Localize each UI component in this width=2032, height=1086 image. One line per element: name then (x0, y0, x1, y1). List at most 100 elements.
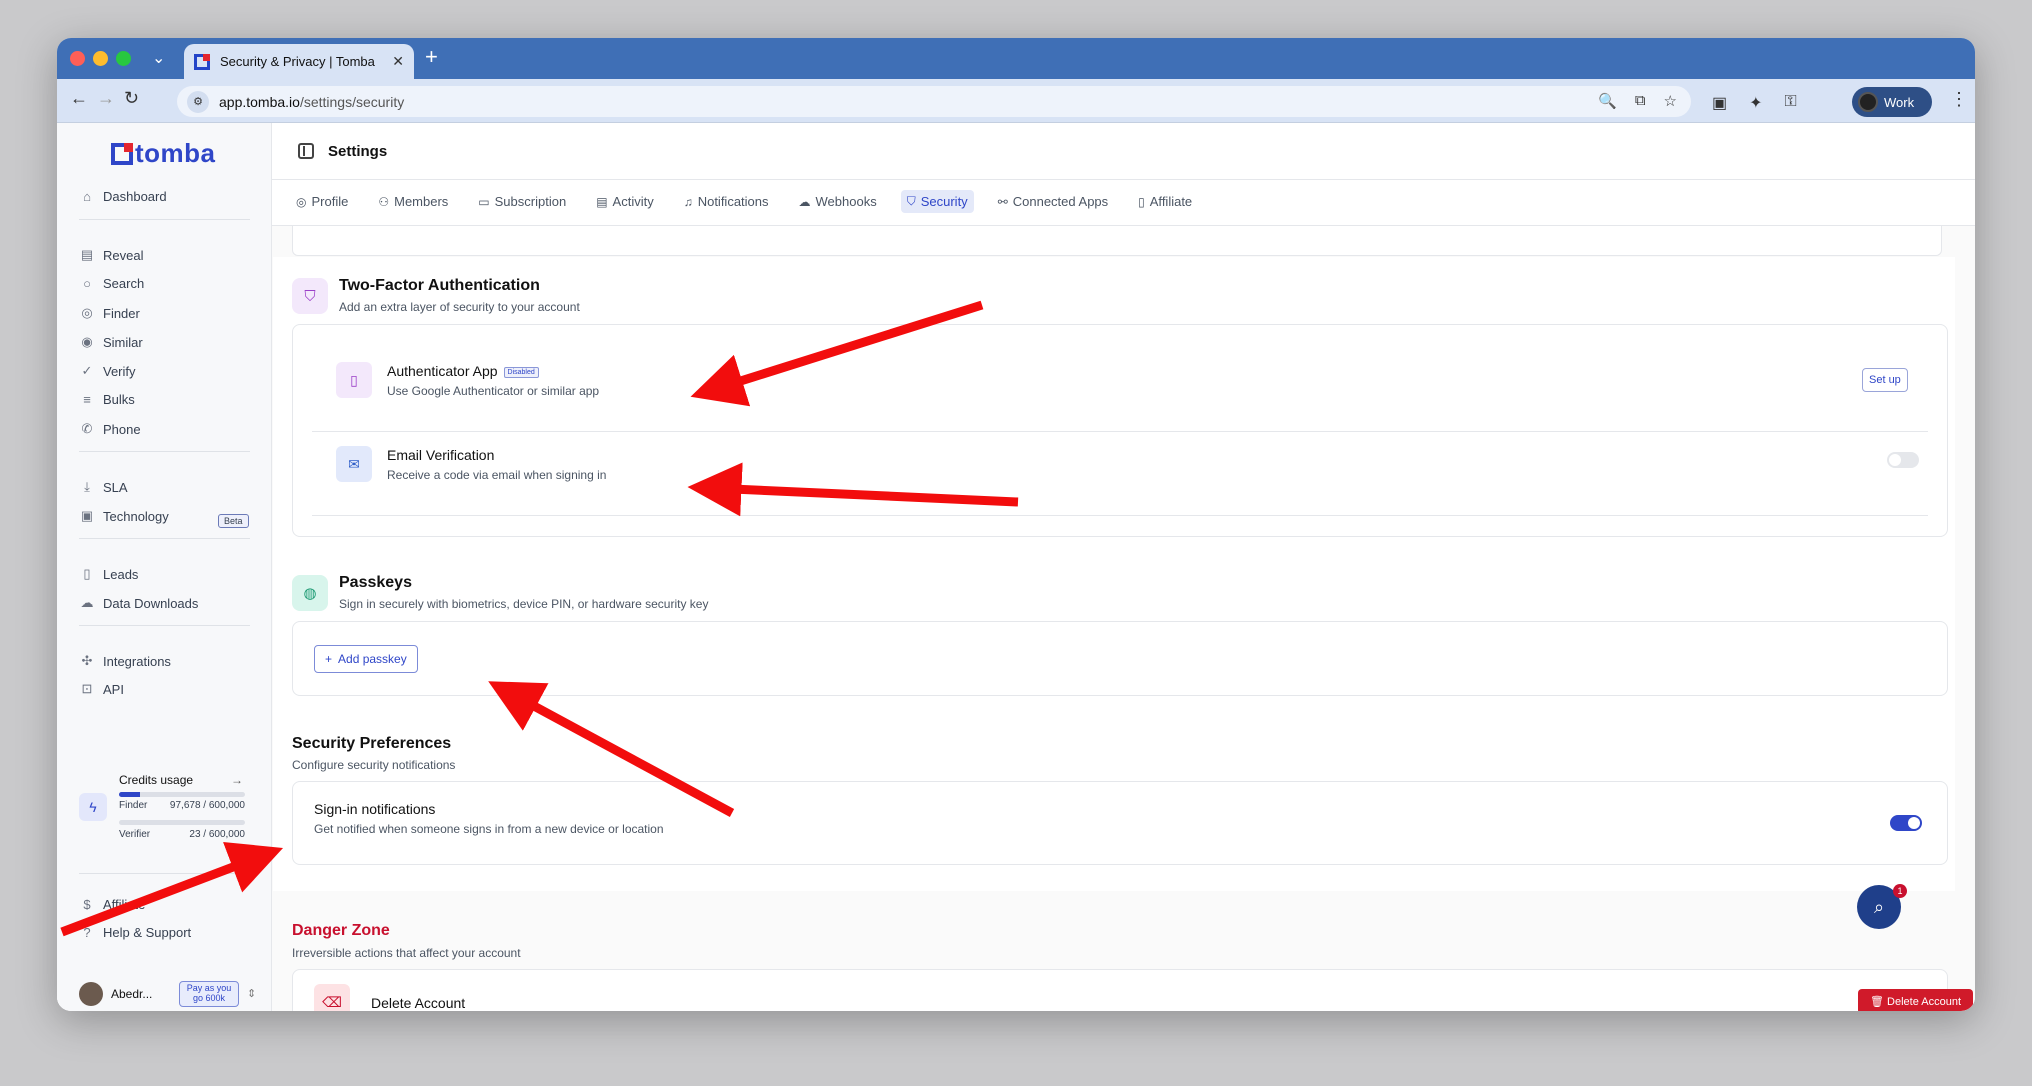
tab-security[interactable]: ⛉ Security (900, 190, 974, 213)
toggle-sidebar-icon[interactable] (298, 143, 314, 159)
user-menu[interactable]: Abedr... Pay as you go 600k ⇕ (79, 981, 256, 1007)
setup-authenticator-button[interactable]: Set up (1862, 368, 1908, 392)
back-arrow-icon[interactable]: ← (70, 88, 88, 109)
passkeys-card (292, 621, 1948, 696)
sidebar-item-data-downloads[interactable]: ☁ Data Downloads (79, 595, 199, 611)
new-tab-button[interactable]: + (425, 44, 438, 70)
extension-icon[interactable]: ▣ (1712, 93, 1727, 113)
sidebar-item-finder[interactable]: ◎ Finder (79, 305, 140, 321)
authenticator-app-title: Authenticator App Disabled (387, 363, 539, 379)
download-icon: ⤓ (84, 479, 90, 494)
previous-section-card (292, 226, 1942, 256)
authenticator-app-subtitle: Use Google Authenticator or similar app (387, 384, 600, 398)
delete-account-card (292, 969, 1948, 1011)
phone-icon: ✆ (81, 421, 93, 436)
credits-title: Credits usage (119, 773, 194, 787)
install-app-icon[interactable]: ⧉ (1635, 92, 1646, 110)
tab-search-chevron-icon[interactable]: ⌄ (152, 48, 165, 68)
members-icon: ⚇ (378, 194, 390, 209)
signin-notifications-toggle[interactable] (1890, 815, 1922, 831)
extensions-area: ▣ ✦ ⚿ (1712, 93, 1797, 113)
two-factor-subtitle: Add an extra layer of security to your a… (339, 300, 580, 314)
sidebar-item-reveal[interactable]: ▤ Reveal (79, 247, 144, 263)
fingerprint-icon: ◍ (292, 575, 328, 611)
browser-tab[interactable]: Security & Privacy | Tomba ✕ (184, 44, 414, 79)
maximize-window-button[interactable] (116, 51, 131, 66)
password-key-icon[interactable]: ⚿ (1785, 93, 1797, 113)
puzzle-icon[interactable]: ✦ (1749, 93, 1762, 113)
forward-arrow-icon[interactable]: → (97, 88, 115, 109)
tab-subscription[interactable]: ▭ Subscription (472, 190, 572, 213)
webhook-cloud-icon: ☁ (798, 194, 811, 209)
sidebar-item-dashboard[interactable]: ⌂ Dashboard (79, 189, 167, 204)
url-input[interactable]: ⚙ app.tomba.io/settings/security 🔍 ⧉ ☆ (177, 86, 1691, 117)
tab-activity[interactable]: ▤ Activity (590, 190, 660, 213)
plan-badge: Pay as you go 600k (179, 981, 239, 1007)
verifier-credits-row: Verifier 23 / 600,000 (119, 829, 245, 840)
plus-icon: + (325, 652, 333, 666)
mail-icon: ✉ (336, 446, 372, 482)
sidebar-item-technology[interactable]: ▣ Technology (79, 508, 169, 524)
sidebar-item-phone[interactable]: ✆ Phone (79, 421, 141, 437)
sidebar-divider (79, 219, 250, 220)
search-icon: ○ (83, 276, 91, 291)
chevron-updown-icon[interactable]: ⇕ (247, 987, 256, 1000)
row-divider (312, 515, 1928, 516)
sidebar-divider (79, 538, 250, 539)
add-passkey-button[interactable]: + Add passkey (314, 645, 418, 673)
sidebar-divider (79, 625, 250, 626)
verifier-credits-bar (119, 820, 245, 825)
tomba-logo-mark (111, 142, 133, 165)
tab-notifications[interactable]: ♫ Notifications (678, 190, 775, 213)
sidebar-item-affiliate[interactable]: $ Affiliate (79, 897, 145, 912)
tab-webhooks[interactable]: ☁ Webhooks (793, 190, 883, 213)
bookmark-star-icon[interactable]: ☆ (1664, 92, 1677, 110)
browser-window: ⌄ Security & Privacy | Tomba ✕ + ← → ↻ ⚙… (57, 38, 1975, 1011)
close-window-button[interactable] (70, 51, 85, 66)
signin-notifications-title: Sign-in notifications (314, 801, 436, 817)
profile-avatar (1858, 92, 1878, 112)
delete-account-button[interactable]: 🗑 Delete Account (1858, 989, 1974, 1011)
verify-icon: ✓ (81, 363, 93, 378)
two-factor-title: Two-Factor Authentication (339, 277, 540, 294)
reload-icon[interactable]: ↻ (124, 88, 139, 109)
zoom-icon[interactable]: 🔍 (1598, 92, 1617, 110)
tab-affiliate[interactable]: ▯ Affiliate (1132, 190, 1198, 213)
avatar (79, 981, 103, 1006)
finder-credits-bar (119, 792, 245, 797)
shield-check-icon: ⛉ (292, 278, 328, 314)
dollar-icon: $ (83, 897, 91, 912)
sidebar-item-similar[interactable]: ◉ Similar (79, 334, 142, 350)
minimize-window-button[interactable] (93, 51, 108, 66)
page-header: Settings (272, 123, 1975, 180)
site-settings-icon[interactable]: ⚙ (187, 90, 209, 113)
tomba-logo[interactable]: tomba (111, 138, 216, 169)
sidebar-item-integrations[interactable]: ✣ Integrations (79, 653, 171, 669)
tab-profile[interactable]: ◎ Profile (290, 190, 354, 213)
arrow-right-icon[interactable]: → (231, 773, 243, 787)
sidebar-item-search[interactable]: ○ Search (79, 276, 144, 291)
profile-button[interactable]: Work (1852, 87, 1932, 117)
status-badge: Disabled (503, 366, 539, 378)
user-name: Abedr... (111, 986, 153, 1001)
finder-icon: ◎ (81, 305, 93, 320)
book-icon: ▯ (1138, 194, 1145, 209)
reveal-icon: ▤ (80, 247, 94, 262)
sidebar-item-sla[interactable]: ⤓ SLA (79, 479, 127, 495)
leads-icon: ▯ (83, 566, 91, 581)
settings-tabs: ◎ Profile ⚇ Members ▭ Subscription ▤ Activit… (290, 190, 1198, 213)
sidebar-item-api[interactable]: ⊡ API (79, 681, 124, 697)
sidebar-item-verify[interactable]: ✓ Verify (79, 363, 136, 379)
sidebar-item-bulks[interactable]: ≡ Bulks (79, 392, 135, 407)
sidebar-item-leads[interactable]: ▯ Leads (79, 566, 138, 582)
credits-usage-widget[interactable]: ϟ Credits usage → Finder 97,678 / 600,000… (79, 773, 254, 853)
tab-members[interactable]: ⚇ Members (372, 190, 454, 213)
security-preferences-subtitle: Configure security notifications (292, 758, 456, 772)
trash-icon: 🗑 (1870, 996, 1888, 1008)
main-panel: Settings ◎ Profile ⚇ Members ▭ Subscription… (272, 123, 1975, 1011)
sidebar-item-help[interactable]: ? Help & Support (79, 925, 191, 940)
tab-close-icon[interactable]: ✕ (392, 53, 404, 70)
browser-menu-icon[interactable]: ⋮ (1950, 89, 1968, 110)
email-verification-toggle[interactable] (1887, 452, 1919, 468)
tab-connected-apps[interactable]: ⚯ Connected Apps (992, 190, 1114, 213)
